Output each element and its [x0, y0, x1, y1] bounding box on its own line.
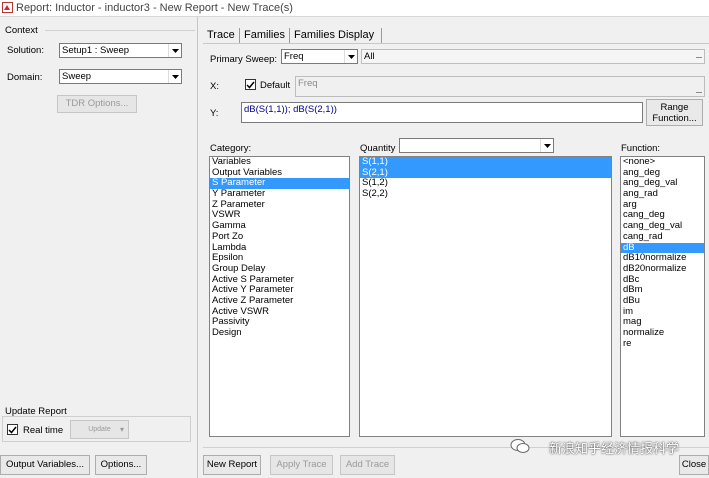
- add-trace-button[interactable]: Add Trace: [340, 455, 395, 475]
- tdr-options-button[interactable]: TDR Options...: [57, 95, 137, 113]
- category-list[interactable]: Variables Output Variables S Parameter Y Pa…: [209, 156, 350, 437]
- tab-families[interactable]: Families: [242, 28, 287, 43]
- category-label: Category:: [210, 143, 252, 154]
- apply-trace-button[interactable]: Apply Trace: [270, 455, 333, 475]
- output-variables-button[interactable]: Output Variables...: [0, 455, 90, 475]
- tab-families-display[interactable]: Families Display: [292, 28, 376, 43]
- primary-sweep-select[interactable]: Freq: [281, 49, 358, 64]
- primary-sweep-value: Freq: [284, 51, 304, 62]
- range-ellipsis: [696, 57, 702, 59]
- chevron-down-icon[interactable]: [168, 70, 181, 83]
- chevron-down-icon[interactable]: [168, 44, 181, 57]
- primary-sweep-range[interactable]: All: [361, 49, 705, 64]
- x-expression-field[interactable]: Freq: [295, 76, 705, 97]
- quantity-list-item[interactable]: S(2,1): [360, 167, 611, 179]
- range-function-line1: Range: [660, 102, 689, 113]
- quantity-label: Quantity: [360, 143, 396, 154]
- new-report-button[interactable]: New Report: [203, 455, 261, 475]
- checkmark-icon: [246, 81, 255, 89]
- update-button[interactable]: Update ▾: [70, 420, 129, 439]
- solution-select[interactable]: Setup1 : Sweep: [59, 43, 182, 58]
- primary-sweep-range-value: All: [364, 51, 375, 62]
- range-function-line2: Function...: [652, 113, 697, 124]
- realtime-label: Real time: [23, 425, 64, 436]
- function-list-item[interactable]: re: [621, 338, 704, 350]
- window-title: Report: Inductor - inductor3 - New Repor…: [16, 2, 293, 14]
- realtime-checkbox[interactable]: [7, 424, 18, 435]
- solution-value: Setup1 : Sweep: [62, 45, 130, 56]
- quantity-list-item[interactable]: S(2,2): [360, 188, 611, 200]
- quantity-list[interactable]: S(1,1) S(2,1) S(1,2) S(2,2): [359, 156, 612, 437]
- domain-value: Sweep: [62, 71, 92, 82]
- panel-separator: [197, 17, 198, 478]
- x-label: X:: [210, 81, 219, 92]
- update-button-label: Update: [88, 426, 111, 433]
- category-list-item[interactable]: Design: [210, 327, 349, 339]
- watermark-text: 新浪知乎经济情报科学: [548, 441, 679, 456]
- app-icon: [2, 2, 13, 13]
- quantity-list-item[interactable]: S(1,1): [360, 157, 611, 168]
- domain-label: Domain:: [7, 72, 43, 83]
- function-label: Function:: [621, 143, 661, 154]
- y-expression-value: dB(S(1,1)); dB(S(2,1)): [244, 104, 337, 115]
- range-function-button[interactable]: Range Function...: [646, 99, 703, 126]
- chevron-down-icon[interactable]: [344, 50, 357, 63]
- y-expression-field[interactable]: dB(S(1,1)); dB(S(2,1)): [241, 102, 643, 123]
- chevron-down-icon[interactable]: [540, 139, 553, 152]
- quantity-filter-select[interactable]: [399, 138, 554, 153]
- title-bar: Report: Inductor - inductor3 - New Repor…: [0, 0, 709, 17]
- category-list-item[interactable]: Port Zo: [210, 231, 349, 243]
- solution-label: Solution:: [7, 45, 44, 56]
- tab-trace[interactable]: Trace: [205, 28, 237, 43]
- category-list-item[interactable]: Group Delay: [210, 263, 349, 275]
- context-heading: Context: [5, 25, 38, 36]
- default-checkbox[interactable]: [245, 79, 256, 90]
- function-list-item[interactable]: normalize: [621, 327, 704, 339]
- options-button[interactable]: Options...: [95, 455, 147, 475]
- quantity-list-item[interactable]: S(1,2): [360, 178, 611, 189]
- function-list-item[interactable]: dBu: [621, 295, 704, 307]
- function-list[interactable]: <none> ang_deg ang_deg_val ang_rad arg cang_d…: [620, 156, 705, 437]
- x-expression-value: Freq: [298, 78, 318, 89]
- wechat-icon: [510, 438, 530, 454]
- tab-underline: [203, 43, 709, 44]
- context-divider: [45, 30, 195, 31]
- domain-select[interactable]: Sweep: [59, 69, 182, 84]
- function-list-item[interactable]: cang_rad: [621, 231, 704, 243]
- primary-sweep-label: Primary Sweep:: [210, 54, 278, 65]
- checkmark-icon: [8, 426, 17, 434]
- close-button[interactable]: Close: [679, 455, 709, 475]
- default-label: Default: [260, 80, 291, 91]
- y-label: Y:: [210, 108, 219, 119]
- function-list-item[interactable]: dB20normalize: [621, 263, 704, 275]
